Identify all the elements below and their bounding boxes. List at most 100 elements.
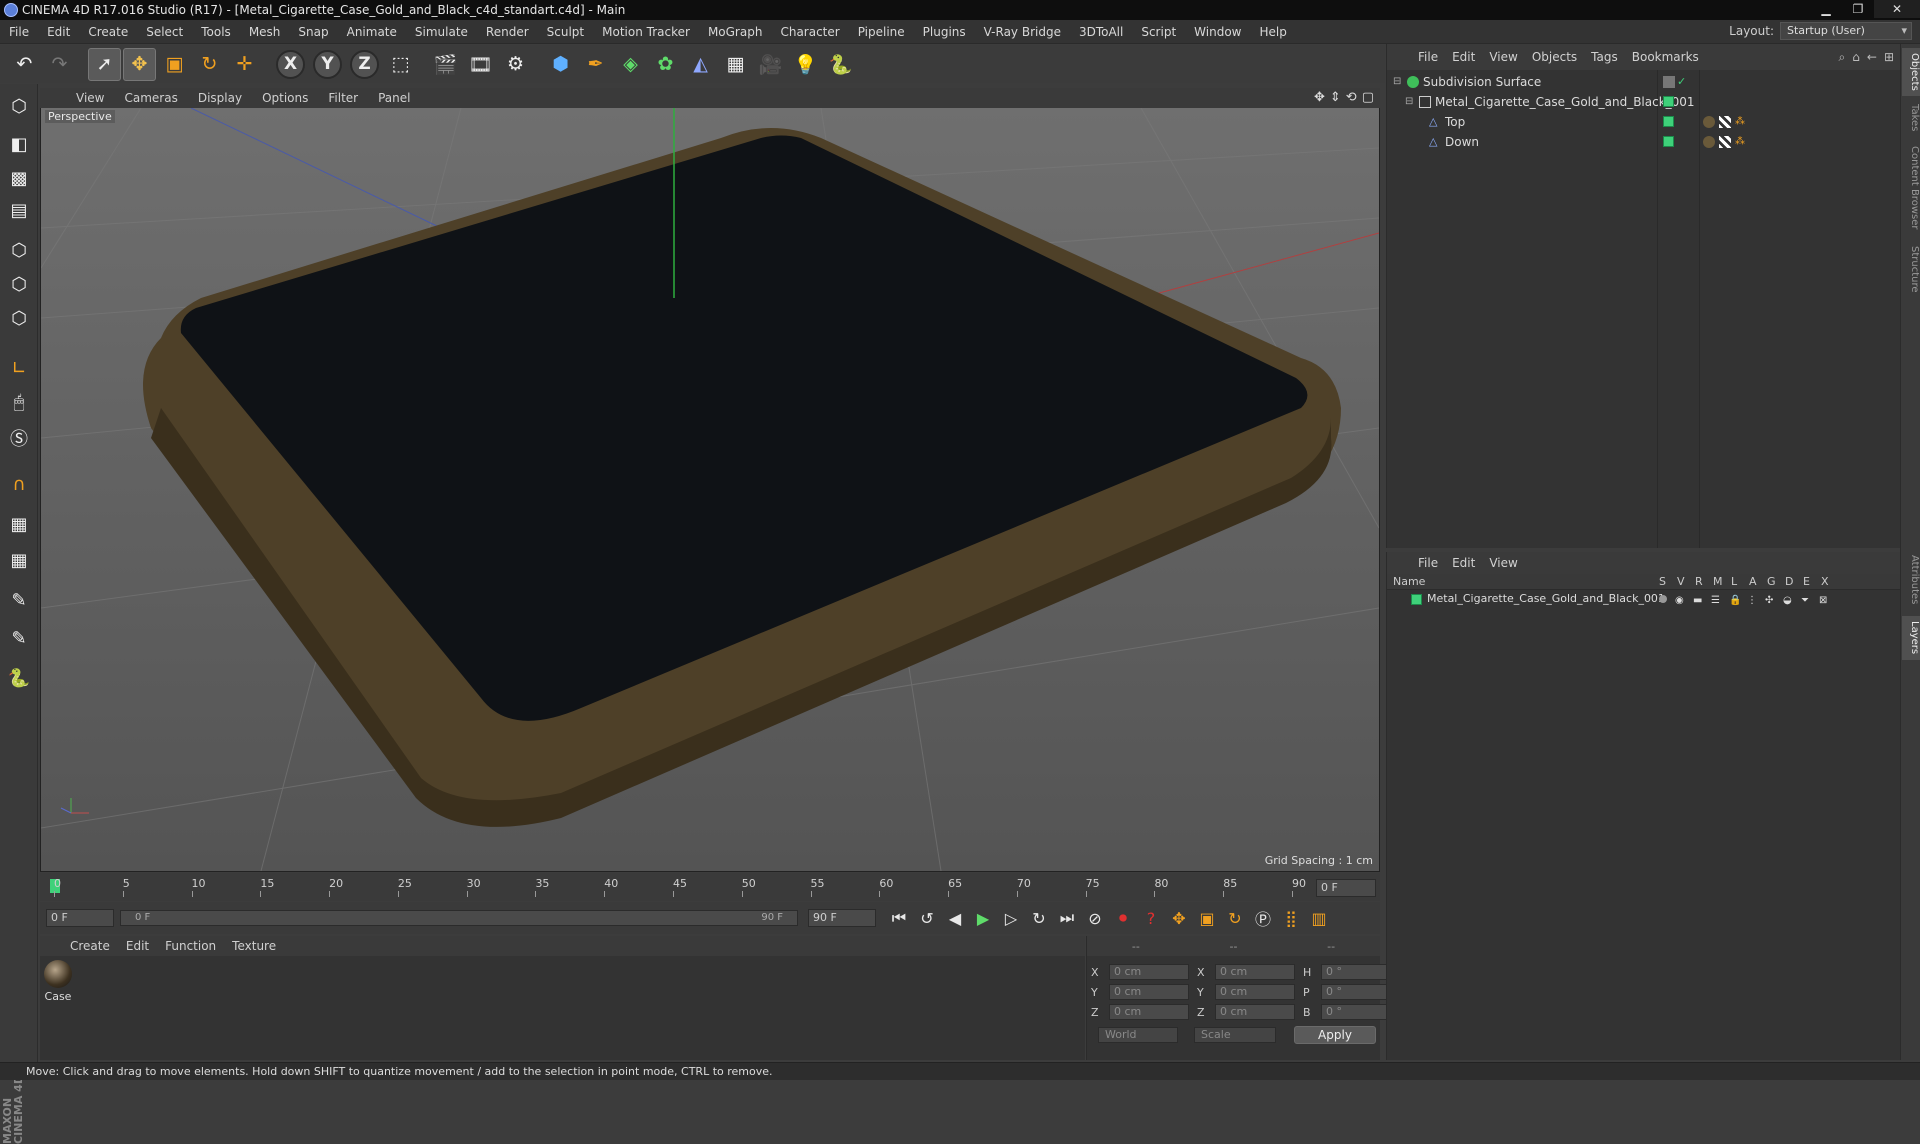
back-icon[interactable]: ← [1867,50,1877,65]
check-icon[interactable]: ✓ [1677,76,1689,88]
object-row-subdivision-surface[interactable]: ⊟ Subdivision Surface ✓ [1387,72,1901,92]
start-frame-field[interactable]: 0 F [46,909,114,927]
sculpt-smooth-icon[interactable]: ✎ [3,622,35,654]
model-mode-icon[interactable]: ◧ [3,128,35,160]
manager-toggle-icon[interactable]: ☰ [1711,592,1720,610]
z-axis-lock-button[interactable]: Z [350,49,379,79]
maximize-button[interactable]: ❐ [1842,0,1874,18]
column-view[interactable]: V [1677,574,1685,590]
viewport-menu-view[interactable]: View [66,91,114,105]
menu-motion-tracker[interactable]: Motion Tracker [593,25,699,39]
tab-structure[interactable]: Structure [1902,240,1920,298]
layer-tag-icon[interactable] [1663,76,1675,88]
size-y-field[interactable]: 0 cm [1215,984,1295,1000]
objects-menu-tags[interactable]: Tags [1584,50,1625,64]
make-editable-icon[interactable]: ⬡ [3,90,35,122]
solo-mode-icon[interactable]: Ⓢ [3,422,35,454]
coordinate-system-icon[interactable]: ⬚ [384,48,417,81]
undo-icon[interactable]: ↶ [8,48,41,81]
point-level-key-icon[interactable]: ⣿ [1278,905,1304,931]
layers-menu-file[interactable]: File [1411,556,1445,570]
render-picture-viewer-icon[interactable]: 🎞 [464,48,497,81]
viewport-menu-panel[interactable]: Panel [368,91,420,105]
visibility-eye-icon[interactable]: ◉ [1675,592,1684,610]
layer-color-swatch[interactable] [1663,136,1674,147]
python-script-icon[interactable]: 🐍 [3,662,35,694]
layer-color-swatch[interactable] [1663,96,1674,107]
go-to-start-icon[interactable]: ⏮ [886,905,912,931]
column-expressions[interactable]: E [1803,574,1810,590]
menu-3dtoall[interactable]: 3DToAll [1070,25,1132,39]
layer-color-swatch[interactable] [1663,116,1674,127]
expression-toggle-icon[interactable]: ⏷ [1801,592,1809,610]
coordinate-mode-select[interactable]: Scale [1194,1027,1276,1043]
deformer-toggle-icon[interactable]: ◒ [1783,592,1792,610]
material-tag-icon[interactable] [1703,116,1715,128]
apply-button[interactable]: Apply [1294,1026,1376,1044]
keyframe-record-icon[interactable]: ⊘ [1082,905,1108,931]
tab-content-browser[interactable]: Content Browser [1902,140,1920,236]
previous-keyframe-icon[interactable]: ↺ [914,905,940,931]
home-icon[interactable]: ⌂ [1852,50,1860,65]
tweak-mode-icon[interactable]: 🖱 [3,386,35,418]
layer-color-swatch[interactable] [1411,594,1422,605]
column-generators[interactable]: G [1767,574,1776,590]
viewport-menu-display[interactable]: Display [188,91,252,105]
objects-menu-edit[interactable]: Edit [1445,50,1482,64]
position-z-field[interactable]: 0 cm [1109,1004,1189,1020]
column-deformers[interactable]: D [1785,574,1793,590]
menu-script[interactable]: Script [1132,25,1185,39]
objects-menu-view[interactable]: View [1482,50,1524,64]
play-icon[interactable]: ▶ [970,905,996,931]
previous-frame-icon[interactable]: ◀ [942,905,968,931]
position-key-icon[interactable]: ✥ [1166,905,1192,931]
layout-select[interactable]: Startup (User) [1780,22,1912,40]
scale-key-icon[interactable]: ▣ [1194,905,1220,931]
phong-tag-icon[interactable]: ⁂ [1735,116,1747,128]
go-to-end-icon[interactable]: ⏭ [1054,905,1080,931]
animation-toggle-icon[interactable]: ⋮ [1747,592,1757,610]
next-keyframe-icon[interactable]: ↻ [1026,905,1052,931]
menu-snap[interactable]: Snap [289,25,337,39]
objects-menu-file[interactable]: File [1411,50,1445,64]
viewport-maximize-icon[interactable]: ▢ [1362,90,1374,105]
column-animation[interactable]: A [1749,574,1757,590]
tab-takes[interactable]: Takes [1902,100,1920,136]
material-menu-function[interactable]: Function [157,939,224,953]
rotation-key-icon[interactable]: ↻ [1222,905,1248,931]
points-mode-icon[interactable]: ⬡ [3,234,35,266]
material-menu-texture[interactable]: Texture [224,939,284,953]
size-x-field[interactable]: 0 cm [1215,964,1295,980]
render-toggle-icon[interactable]: ▬ [1693,592,1702,610]
tab-attributes[interactable]: Attributes [1902,548,1920,612]
size-z-field[interactable]: 0 cm [1215,1004,1295,1020]
menu-animate[interactable]: Animate [338,25,406,39]
workplane-lock-icon[interactable]: ▦ [3,508,35,540]
redo-icon[interactable]: ↷ [43,48,76,81]
timeline-ruler[interactable]: 0 5 10 15 20 25 30 35 40 45 50 55 60 65 70 75 80 85 90 0 F [40,873,1380,901]
spline-pen-icon[interactable]: ✒ [579,48,612,81]
column-solo[interactable]: S [1659,574,1666,590]
menu-file[interactable]: File [0,25,38,39]
render-view-icon[interactable]: 🎬 [429,48,462,81]
menu-plugins[interactable]: Plugins [914,25,975,39]
position-y-field[interactable]: 0 cm [1109,984,1189,1000]
column-render[interactable]: R [1695,574,1703,590]
quantize-icon[interactable]: ▦ [3,544,35,576]
menu-mograph[interactable]: MoGraph [699,25,772,39]
menu-edit[interactable]: Edit [38,25,79,39]
column-locked[interactable]: L [1731,574,1737,590]
viewport-zoom-icon[interactable]: ⇕ [1330,90,1341,105]
x-axis-lock-button[interactable]: X [276,49,305,79]
camera-icon[interactable]: 🎥 [754,48,787,81]
collapse-icon[interactable]: ⊟ [1405,96,1417,108]
lock-icon[interactable]: 🔒 [1729,592,1741,610]
solo-toggle-icon[interactable] [1659,595,1667,603]
keyframe-selection-icon[interactable]: ? [1138,905,1164,931]
collapse-icon[interactable]: ⊟ [1393,76,1405,88]
object-row-top[interactable]: △ Top ⁂ [1387,112,1901,132]
move-tool-icon[interactable]: ✥ [123,47,156,81]
material-swatch[interactable]: Case [44,960,72,1004]
rotate-tool-icon[interactable]: ↻ [193,48,226,81]
search-icon[interactable]: ⌕ [1839,50,1846,65]
